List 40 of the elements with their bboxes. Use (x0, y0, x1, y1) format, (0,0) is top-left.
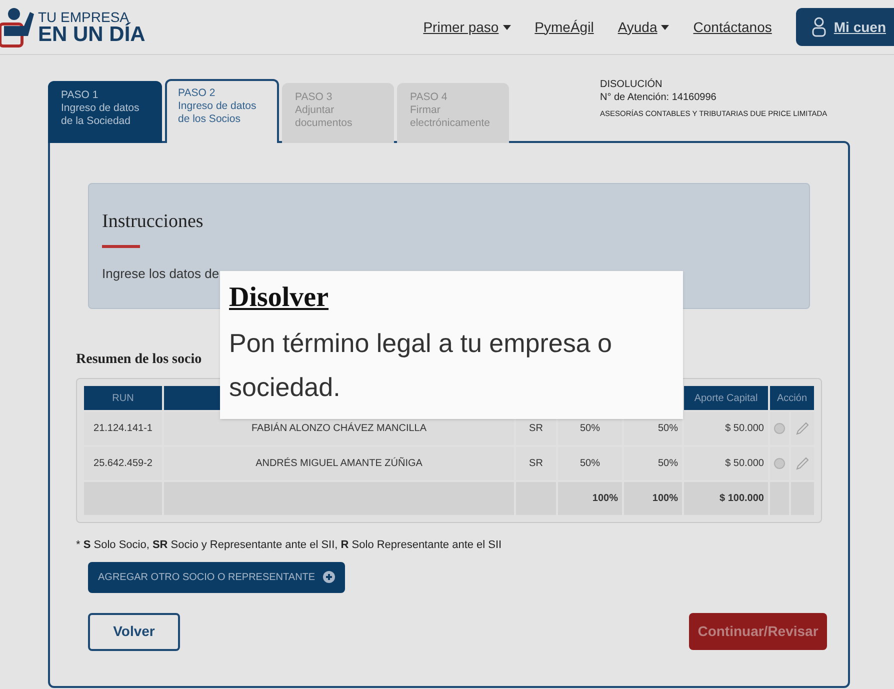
instructions-text: Ingrese los datos de (102, 264, 220, 283)
nav-link[interactable]: PymeÁgil (534, 16, 594, 38)
circle-icon[interactable] (774, 458, 786, 469)
user-icon (812, 17, 826, 37)
popup-text: Pon término legal a tu empresa o sociedad. (229, 327, 613, 404)
case-type: DISOLUCIÓN (600, 79, 664, 92)
table-cell: SR (516, 447, 556, 480)
header-cell: Acción (770, 386, 814, 410)
circle-icon[interactable] (774, 422, 786, 434)
step-tab[interactable]: PASO 1 Ingreso de datos de la Sociedad (48, 81, 162, 143)
table-cell: 50% (558, 447, 622, 480)
logo-text: EN UN DÍA (38, 24, 146, 44)
nav-link[interactable]: Contáctanos (693, 16, 772, 38)
pencil-icon[interactable] (796, 456, 810, 470)
table-cell: $ 50.000 (684, 447, 768, 480)
logo-text: TU EMPRESA (38, 10, 130, 24)
table-cell: $ 100.000 (684, 482, 768, 515)
table-cell: 100% (558, 482, 622, 515)
section-title: Resumen de los socio (76, 351, 203, 369)
nav-link[interactable]: Ayuda (618, 16, 670, 38)
attention-number: N° de Atención: 14160996 (600, 92, 718, 104)
table-cell: 100% (624, 482, 682, 515)
table-cell: 25.642.459-2 (84, 447, 162, 480)
table-cell: $ 50.000 (684, 412, 768, 445)
table-cell: ANDRÉS MIGUEL AMANTE ZÚÑIGA (164, 447, 514, 480)
instructions-title: Instrucciones (102, 210, 204, 234)
header-cell: RUN (84, 386, 162, 410)
nav-link[interactable]: Primer paso (423, 16, 511, 38)
add-partner-button[interactable]: AGREGAR OTRO SOCIO O REPRESENTANTE (88, 562, 346, 592)
popup-title: Disolver (229, 281, 330, 315)
back-button[interactable]: Volver (88, 612, 180, 650)
logo-icon (0, 6, 34, 48)
header-cell: Aporte Capital (684, 386, 768, 410)
legend-text: * S Solo Socio, SR Socio y Representante ante el SII, R Solo Representante ante el SII (76, 538, 503, 553)
table-cell: 21.124.141-1 (84, 412, 162, 445)
plus-circle-icon (323, 571, 336, 583)
table-cell: 50% (624, 447, 682, 480)
account-button[interactable]: Mi cuen (796, 8, 894, 46)
pencil-icon[interactable] (796, 422, 810, 435)
step-tab[interactable]: PASO 2 Ingreso de datos de los Socios (165, 79, 279, 143)
